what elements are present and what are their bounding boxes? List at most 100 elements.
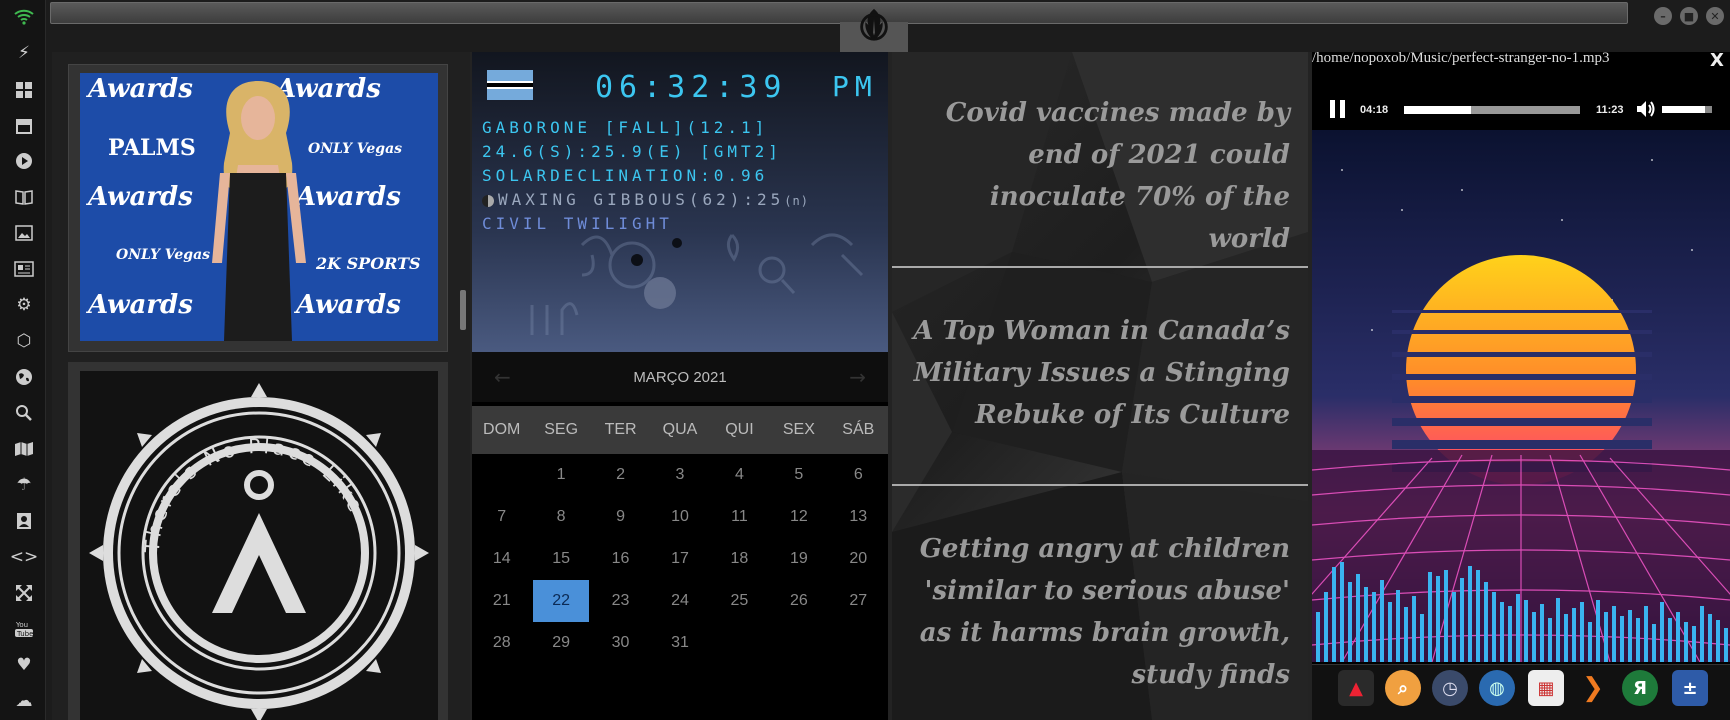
scrollbar-handle[interactable] — [460, 290, 466, 330]
yandex-icon[interactable]: Я — [1622, 670, 1658, 706]
volume-slider-fill — [1662, 106, 1705, 113]
calendar-day[interactable]: 31 — [652, 622, 707, 664]
seek-bar-fill — [1404, 106, 1471, 114]
volume-icon[interactable] — [1636, 100, 1656, 118]
photo-widget[interactable]: Awards Awards PALMS ONLY Vegas Awards Aw… — [80, 73, 438, 341]
news-icon[interactable] — [13, 258, 35, 280]
settings-icon[interactable]: ⚙ — [13, 294, 35, 316]
contacts-icon[interactable] — [13, 510, 35, 532]
calendar-day[interactable]: 21 — [474, 580, 529, 622]
calendar-day[interactable]: 18 — [712, 538, 767, 580]
globe-icon[interactable]: ◍ — [1479, 670, 1515, 706]
calendar-day[interactable]: 5 — [771, 454, 826, 496]
calculator-icon[interactable]: ± — [1672, 670, 1708, 706]
image-icon[interactable] — [13, 222, 35, 244]
chevron-right-icon[interactable]: → — [849, 365, 866, 389]
visualizer-bar — [1612, 606, 1616, 662]
calendar-day[interactable]: 9 — [593, 496, 648, 538]
calendar-day[interactable]: 11 — [712, 496, 767, 538]
calendar-day[interactable]: 6 — [831, 454, 886, 496]
expand-icon[interactable] — [13, 582, 35, 604]
news-headline[interactable]: Covid vaccines made by end of 2021 could… — [900, 92, 1290, 260]
current-time: 04:18 — [1360, 104, 1389, 116]
visualizer-bar — [1380, 580, 1384, 662]
globe-icon[interactable] — [13, 366, 35, 388]
visualizer-bar — [1332, 567, 1336, 662]
calendar-day[interactable]: 17 — [652, 538, 707, 580]
botswana-flag-icon — [487, 70, 533, 100]
calendar-day[interactable]: 16 — [593, 538, 648, 580]
calendar-day[interactable]: 2 — [593, 454, 648, 496]
app-a-icon[interactable]: ▲ — [1338, 670, 1374, 706]
visualizer-bar — [1444, 570, 1448, 662]
calendar-day[interactable]: 15 — [533, 538, 588, 580]
play-icon[interactable] — [13, 150, 35, 172]
calendar-day[interactable]: 4 — [712, 454, 767, 496]
calendar-icon[interactable]: ▦ — [1528, 670, 1564, 706]
seek-bar[interactable] — [1404, 106, 1580, 114]
calendar-day[interactable]: 19 — [771, 538, 826, 580]
calendar-day[interactable]: 10 — [652, 496, 707, 538]
news-headline[interactable]: A Top Woman in Canada’s Military Issues … — [900, 310, 1290, 436]
visualizer-bar — [1684, 622, 1688, 662]
news-headline[interactable]: Getting angry at children 'similar to se… — [900, 528, 1290, 696]
news-divider — [892, 484, 1308, 486]
clock-icon[interactable]: ◷ — [1432, 670, 1468, 706]
minimize-button[interactable]: – — [1654, 7, 1672, 25]
search-icon[interactable] — [13, 402, 35, 424]
calendar-day[interactable]: 3 — [652, 454, 707, 496]
calendar-day[interactable]: 28 — [474, 622, 529, 664]
calendar-day[interactable]: 29 — [533, 622, 588, 664]
calendar-day[interactable]: 23 — [593, 580, 648, 622]
calendar-day-today[interactable]: 22 — [533, 580, 589, 622]
network-icon[interactable]: ⬡ — [13, 330, 35, 352]
calendar-day[interactable]: 14 — [474, 538, 529, 580]
search-icon[interactable]: ⌕ — [1385, 670, 1421, 706]
cloud-icon[interactable]: ☁ — [13, 690, 35, 712]
sign-text: ONLY Vegas — [308, 141, 402, 157]
clock-moon-phase: WAXING GIBBOUS(62):25(n) — [482, 190, 809, 209]
wifi-icon[interactable] — [13, 6, 35, 28]
calendar-weekday: SEG — [544, 421, 579, 438]
calendar-day[interactable]: 8 — [533, 496, 588, 538]
visualizer-bar — [1364, 587, 1368, 662]
youtube-icon[interactable]: You Tube — [13, 618, 35, 640]
visualizer-bar — [1708, 614, 1712, 662]
close-button[interactable]: ✕ — [1706, 7, 1724, 25]
map-icon[interactable] — [13, 438, 35, 460]
visualizer-bar — [1452, 592, 1456, 662]
calendar-day[interactable]: 1 — [533, 454, 588, 496]
maximize-button[interactable]: ■ — [1680, 7, 1698, 25]
chevron-left-icon[interactable]: ← — [494, 365, 511, 389]
clock-time: 06:32:39 — [595, 70, 788, 105]
calendar-day[interactable]: 13 — [831, 496, 886, 538]
calendar-day[interactable]: 24 — [652, 580, 707, 622]
calendar-day[interactable]: 12 — [771, 496, 826, 538]
windows-icon[interactable] — [13, 79, 35, 101]
calendar-day[interactable]: 25 — [712, 580, 767, 622]
close-icon[interactable]: X — [1710, 50, 1724, 71]
visualizer-bar — [1524, 600, 1528, 662]
top-panel — [50, 2, 1628, 24]
calendar-day[interactable]: 26 — [771, 580, 826, 622]
bolt-icon[interactable]: ⚡ — [13, 42, 35, 64]
calendar-day[interactable]: 27 — [831, 580, 886, 622]
archive-icon[interactable] — [13, 115, 35, 137]
calendar-day[interactable]: 7 — [474, 496, 529, 538]
code-icon[interactable]: <> — [10, 546, 39, 568]
svg-text:You: You — [15, 621, 28, 629]
calendar-day[interactable]: 30 — [593, 622, 648, 664]
calendar-day[interactable]: 20 — [831, 538, 886, 580]
visualizer-bar — [1716, 620, 1720, 662]
heart-icon[interactable]: ♥ — [13, 654, 35, 676]
clock-twilight: CIVIL TWILIGHT — [482, 214, 673, 233]
umbrella-icon[interactable]: ☂ — [13, 474, 35, 496]
terminal-arrow-icon[interactable]: ❯ — [1575, 670, 1611, 706]
visualizer-bar — [1668, 618, 1672, 662]
moon-phase-icon — [482, 194, 494, 207]
volume-slider[interactable] — [1662, 106, 1712, 113]
pause-icon[interactable] — [1330, 100, 1346, 118]
rebel-alliance-icon[interactable] — [855, 6, 893, 44]
visualizer-bar — [1628, 610, 1632, 662]
book-icon[interactable] — [13, 186, 35, 208]
